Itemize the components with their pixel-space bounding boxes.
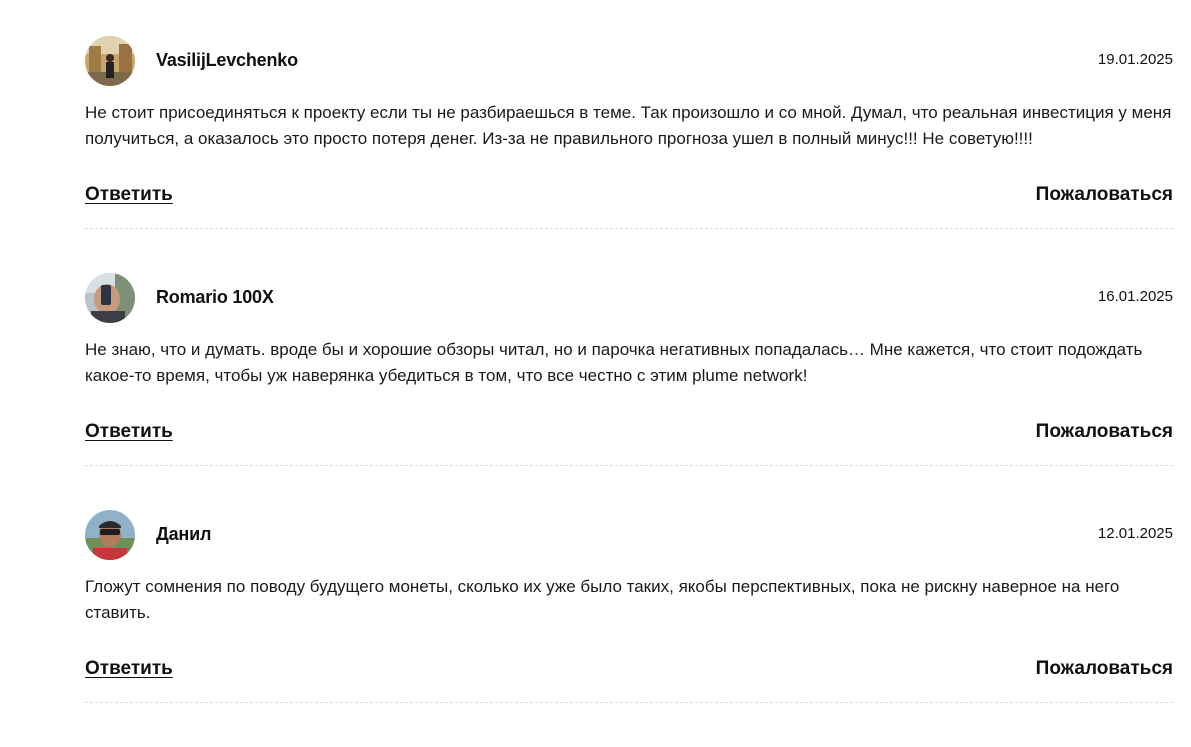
comment-header: Romario 100X 16.01.2025	[85, 273, 1173, 323]
comment-author: Romario 100X	[156, 287, 274, 307]
comment-header: VasilijLevchenko 19.01.2025	[85, 36, 1173, 86]
comment-date: 16.01.2025	[1097, 288, 1173, 305]
comment-header: Данил 12.01.2025	[85, 510, 1173, 560]
avatar	[85, 273, 135, 323]
comment-item: Romario 100X 16.01.2025 Не знаю, что и д…	[85, 273, 1173, 510]
report-link[interactable]: Пожаловаться	[1036, 184, 1173, 206]
comment-actions: Ответить Пожаловаться	[85, 658, 1173, 684]
reply-link[interactable]: Ответить	[85, 421, 173, 443]
avatar	[85, 510, 135, 560]
comment-actions: Ответить Пожаловаться	[85, 421, 1173, 447]
divider	[85, 702, 1173, 703]
comment-text: Не стоит присоединяться к проекту если т…	[85, 103, 1172, 148]
report-link[interactable]: Пожаловаться	[1036, 421, 1173, 443]
divider	[85, 465, 1173, 466]
comment-item: Данил 12.01.2025 Гложут сомнения по пово…	[85, 510, 1173, 747]
comment-item: VasilijLevchenko 19.01.2025 Не стоит при…	[85, 36, 1173, 273]
reply-link[interactable]: Ответить	[85, 184, 173, 206]
divider	[85, 228, 1173, 229]
comment-text: Не знаю, что и думать. вроде бы и хороши…	[85, 340, 1143, 385]
reply-link[interactable]: Ответить	[85, 658, 173, 680]
comment-author: VasilijLevchenko	[156, 50, 298, 70]
report-link[interactable]: Пожаловаться	[1036, 658, 1173, 680]
comment-date: 19.01.2025	[1097, 51, 1173, 68]
comment-date: 12.01.2025	[1097, 525, 1173, 542]
comment-actions: Ответить Пожаловаться	[85, 184, 1173, 210]
comment-author: Данил	[156, 524, 212, 544]
avatar	[85, 36, 135, 86]
comments-list: VasilijLevchenko 19.01.2025 Не стоит при…	[85, 36, 1173, 747]
comment-text: Гложут сомнения по поводу будущего монет…	[85, 577, 1120, 622]
